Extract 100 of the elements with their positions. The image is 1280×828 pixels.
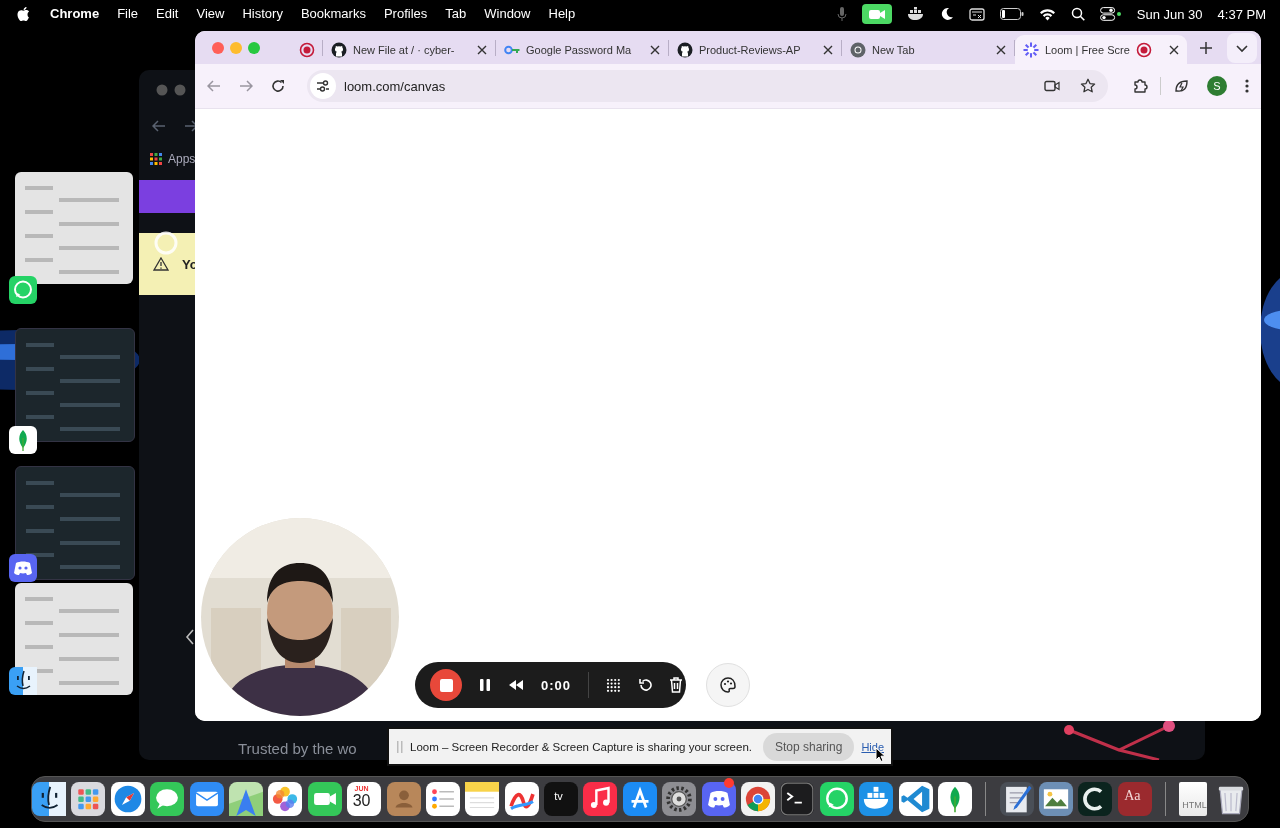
- menu-bar-date[interactable]: Sun Jun 30: [1136, 6, 1203, 22]
- browser-tab[interactable]: New Tab: [842, 35, 1014, 64]
- new-tab-icon[interactable]: [1199, 40, 1213, 55]
- wifi-icon[interactable]: [1038, 7, 1056, 21]
- close-icon[interactable]: [477, 44, 487, 55]
- chat-bubble-icon[interactable]: [819, 782, 854, 816]
- record-icon: [1135, 41, 1152, 58]
- search-icon[interactable]: [1070, 7, 1085, 21]
- forward-arrow-icon[interactable]: [184, 120, 198, 132]
- chevron-left-icon[interactable]: [185, 629, 195, 645]
- tab-search-icon[interactable]: [1227, 32, 1257, 63]
- rewind-icon[interactable]: [508, 679, 524, 691]
- menu-item[interactable]: Window: [475, 4, 540, 24]
- window-controls-icon[interactable]: [156, 84, 186, 96]
- record-icon: [299, 41, 315, 58]
- reload-icon[interactable]: [271, 79, 285, 93]
- apps-grid-icon[interactable]: [150, 153, 162, 165]
- flower-icon[interactable]: [268, 782, 303, 816]
- drag-handle-icon[interactable]: [397, 740, 403, 753]
- gear-icon[interactable]: [662, 782, 697, 816]
- site-settings-icon[interactable]: [310, 73, 336, 99]
- terminal-icon[interactable]: [780, 782, 815, 816]
- scribble-icon[interactable]: [504, 782, 539, 816]
- menu-item[interactable]: History: [233, 4, 292, 24]
- window-thumbnail[interactable]: [15, 172, 133, 284]
- stop-sharing-button[interactable]: Stop sharing: [763, 732, 855, 761]
- browser-tab[interactable]: Loom | Free Scre: [1015, 35, 1187, 64]
- gamepad-face-icon[interactable]: [9, 554, 37, 582]
- trash-icon[interactable]: [669, 677, 684, 693]
- app-store-icon[interactable]: [622, 782, 657, 816]
- tv-app-icon[interactable]: tv: [544, 782, 579, 816]
- window-thumbnail[interactable]: [15, 583, 133, 695]
- sparkle-leaf-icon[interactable]: [1173, 78, 1189, 94]
- pause-icon[interactable]: [479, 678, 491, 692]
- app-menu[interactable]: Chrome: [41, 4, 109, 24]
- document-icon[interactable]: HTML: [1179, 782, 1209, 816]
- window-thumbnail[interactable]: [15, 328, 135, 442]
- whale-icon[interactable]: [859, 782, 894, 816]
- smiling-face-icon[interactable]: [32, 782, 66, 816]
- speech-bubble-icon[interactable]: [150, 782, 185, 816]
- restart-icon[interactable]: [638, 678, 653, 692]
- apple-menu-icon[interactable]: [17, 6, 31, 22]
- browser-tab[interactable]: New File at / · cyber-: [323, 35, 495, 64]
- contacts-book-icon[interactable]: [386, 782, 421, 816]
- map-icon[interactable]: [228, 782, 263, 816]
- menu-item[interactable]: View: [187, 4, 234, 24]
- screen-icon[interactable]: [968, 7, 985, 21]
- browser-logo-icon: [850, 41, 866, 58]
- pen-document-icon[interactable]: [999, 782, 1034, 816]
- chat-bubble-icon[interactable]: [9, 276, 37, 304]
- browser-logo-icon[interactable]: [741, 782, 776, 816]
- microphone-icon[interactable]: [836, 7, 847, 21]
- video-camera-icon[interactable]: [1044, 80, 1060, 92]
- menu-item[interactable]: Edit: [147, 4, 188, 24]
- app-grid-icon[interactable]: [71, 782, 106, 816]
- control-center-icon[interactable]: [1099, 7, 1122, 21]
- close-icon[interactable]: [1169, 44, 1179, 55]
- puzzle-piece-icon[interactable]: [1132, 78, 1148, 94]
- envelope-icon[interactable]: [189, 782, 224, 816]
- menu-item[interactable]: File: [108, 4, 148, 24]
- menu-bar-time[interactable]: 4:37 PM: [1217, 6, 1266, 22]
- camera-status-icon[interactable]: [861, 4, 892, 24]
- star-icon[interactable]: [1080, 78, 1096, 94]
- whale-icon[interactable]: [906, 7, 925, 21]
- leaf-icon[interactable]: [9, 426, 37, 454]
- menu-item[interactable]: Bookmarks: [291, 4, 375, 24]
- video-camera-icon[interactable]: [307, 782, 342, 816]
- photo-viewer-icon[interactable]: [1039, 782, 1073, 816]
- smiling-face-icon[interactable]: [9, 667, 37, 695]
- back-arrow-icon[interactable]: [152, 120, 166, 132]
- leaf-icon[interactable]: [938, 782, 972, 816]
- code-editor-icon[interactable]: [898, 782, 933, 816]
- dot-grid-icon[interactable]: [606, 677, 622, 693]
- cat-logo-icon: [331, 41, 347, 58]
- menu-item[interactable]: Tab: [436, 4, 476, 24]
- profile-avatar[interactable]: S: [1207, 76, 1227, 96]
- palette-icon: [720, 677, 736, 693]
- browser-tab[interactable]: Google Password Ma: [496, 35, 668, 64]
- palette-button[interactable]: [706, 663, 750, 707]
- dictionary-icon[interactable]: Aa: [1117, 782, 1152, 816]
- menu-icon[interactable]: [1245, 79, 1249, 93]
- bookmark-link[interactable]: Apps: [168, 152, 196, 166]
- close-icon[interactable]: [650, 44, 660, 55]
- browser-tab[interactable]: Product-Reviews-AP: [669, 35, 841, 64]
- stop-button[interactable]: [430, 669, 462, 701]
- battery-icon[interactable]: [999, 8, 1024, 20]
- checklist-icon[interactable]: [425, 782, 460, 816]
- moon-icon[interactable]: [939, 7, 954, 21]
- close-icon[interactable]: [823, 44, 833, 55]
- window-thumbnail[interactable]: [15, 466, 135, 580]
- hide-link[interactable]: Hide: [861, 740, 884, 753]
- close-icon[interactable]: [996, 44, 1006, 55]
- crescent-icon[interactable]: [1078, 782, 1113, 816]
- address-bar[interactable]: loom.com/canvas: [307, 70, 1108, 102]
- menu-item[interactable]: Help: [539, 4, 585, 24]
- back-arrow-icon[interactable]: [207, 80, 221, 92]
- music-note-icon[interactable]: [583, 782, 618, 816]
- compass-icon[interactable]: [110, 782, 145, 816]
- notepad-icon[interactable]: [465, 782, 500, 816]
- menu-item[interactable]: Profiles: [374, 4, 437, 24]
